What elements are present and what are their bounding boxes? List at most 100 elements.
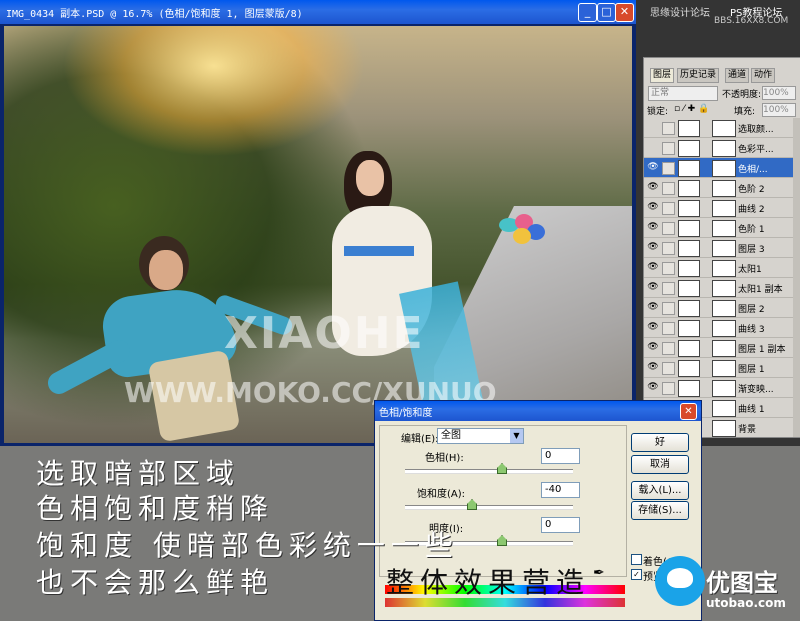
photo-canvas[interactable]: XIAOHE WWW.MOKO.CC/XUNUO bbox=[4, 26, 632, 443]
load-button[interactable]: 载入(L)... bbox=[631, 481, 689, 500]
eye-icon[interactable]: 👁 bbox=[647, 322, 659, 333]
link-box[interactable] bbox=[662, 142, 675, 155]
site-watermark-left: 思缘设计论坛 bbox=[650, 8, 710, 19]
preview-checkbox[interactable]: ✓ bbox=[631, 569, 642, 580]
eye-icon[interactable]: 👁 bbox=[647, 242, 659, 253]
link-box[interactable] bbox=[662, 242, 675, 255]
link-box[interactable] bbox=[662, 122, 675, 135]
layer-mask-thumbnail bbox=[712, 420, 736, 437]
opacity-label: 不透明度: bbox=[722, 90, 762, 100]
link-box[interactable] bbox=[662, 302, 675, 315]
lock-icons[interactable]: ▫⁄✚🔒 bbox=[674, 104, 712, 114]
hue-field[interactable]: 0 bbox=[541, 448, 580, 464]
link-box[interactable] bbox=[662, 222, 675, 235]
layer-row[interactable]: 👁 图层 1 bbox=[644, 358, 793, 378]
link-box[interactable] bbox=[662, 282, 675, 295]
minimize-button[interactable]: _ bbox=[578, 3, 597, 22]
save-button[interactable]: 存储(S)... bbox=[631, 501, 689, 520]
caption-line-1: 选取暗部区域 bbox=[36, 457, 241, 490]
layer-row[interactable]: 👁 太阳1 副本 bbox=[644, 278, 793, 298]
link-box[interactable] bbox=[662, 382, 675, 395]
layer-row[interactable]: 色彩平... bbox=[644, 138, 793, 158]
layer-mask-thumbnail bbox=[712, 240, 736, 257]
link-box[interactable] bbox=[662, 342, 675, 355]
layer-name: 色彩平... bbox=[738, 145, 774, 155]
link-box[interactable] bbox=[662, 322, 675, 335]
colorize-checkbox[interactable] bbox=[631, 554, 642, 565]
maximize-button[interactable]: □ bbox=[597, 3, 616, 22]
opacity-field[interactable]: 100% bbox=[762, 86, 796, 100]
caption-line-4b: 整体效果营造 bbox=[386, 566, 591, 599]
saturation-slider-track[interactable] bbox=[405, 505, 573, 510]
link-box[interactable] bbox=[662, 202, 675, 215]
eye-icon[interactable]: 👁 bbox=[647, 342, 659, 353]
layer-row[interactable]: 👁 色相/... bbox=[644, 158, 793, 178]
layer-name: 色阶 2 bbox=[738, 185, 765, 195]
ok-button[interactable]: 好 bbox=[631, 433, 689, 452]
hue-slider-track[interactable] bbox=[405, 469, 573, 474]
link-box[interactable] bbox=[662, 162, 675, 175]
eyedropper-icon[interactable]: ✒ bbox=[593, 565, 605, 581]
layer-name: 曲线 1 bbox=[738, 405, 765, 415]
eye-icon[interactable]: 👁 bbox=[647, 382, 659, 393]
caption-line-2: 色相饱和度稍降 bbox=[36, 492, 275, 525]
link-box[interactable] bbox=[662, 362, 675, 375]
layer-row[interactable]: 👁 曲线 3 bbox=[644, 318, 793, 338]
eye-icon[interactable]: 👁 bbox=[647, 222, 659, 233]
utobao-logo bbox=[655, 556, 705, 606]
tab-actions[interactable]: 动作 bbox=[751, 68, 776, 83]
layer-mask-thumbnail bbox=[712, 320, 736, 337]
link-box[interactable] bbox=[662, 262, 675, 275]
close-button[interactable]: ✕ bbox=[615, 3, 634, 22]
layer-name: 图层 1 副本 bbox=[738, 345, 786, 355]
photo-watermark-large: XIAOHE bbox=[224, 308, 425, 359]
eye-icon[interactable] bbox=[647, 122, 659, 133]
site-watermark-url: BBS.16XX8.COM bbox=[714, 16, 789, 26]
lightness-field[interactable]: 0 bbox=[541, 517, 580, 533]
eye-icon[interactable]: 👁 bbox=[647, 262, 659, 273]
document-title-bar[interactable]: IMG_0434 副本.PSD @ 16.7% (色相/饱和度 1, 图层蒙版/… bbox=[0, 0, 636, 24]
eye-icon[interactable]: 👁 bbox=[647, 362, 659, 373]
layer-row[interactable]: 👁 色阶 2 bbox=[644, 178, 793, 198]
layer-mask-thumbnail bbox=[712, 180, 736, 197]
cancel-button[interactable]: 取消 bbox=[631, 455, 689, 474]
eye-icon[interactable] bbox=[647, 142, 659, 153]
saturation-field[interactable]: -40 bbox=[541, 482, 580, 498]
layer-row[interactable]: 👁 图层 3 bbox=[644, 238, 793, 258]
layer-row[interactable]: 👁 曲线 2 bbox=[644, 198, 793, 218]
layer-row[interactable]: 👁 图层 1 副本 bbox=[644, 338, 793, 358]
layer-thumbnail bbox=[678, 140, 700, 157]
layer-row[interactable]: 选取颜... bbox=[644, 118, 793, 138]
layer-mask-thumbnail bbox=[712, 220, 736, 237]
fill-field[interactable]: 100% bbox=[762, 103, 796, 117]
edit-select[interactable]: 全图 ▼ bbox=[437, 428, 524, 444]
link-box[interactable] bbox=[662, 182, 675, 195]
layer-thumbnail bbox=[678, 160, 700, 177]
tab-layers[interactable]: 图层 bbox=[650, 68, 675, 83]
edit-label: 编辑(E): bbox=[401, 434, 439, 445]
layer-mask-thumbnail bbox=[712, 260, 736, 277]
tab-history[interactable]: 历史记录 bbox=[677, 68, 720, 83]
layer-row[interactable]: 👁 色阶 1 bbox=[644, 218, 793, 238]
eye-icon[interactable]: 👁 bbox=[647, 282, 659, 293]
layers-scrollbar[interactable] bbox=[793, 118, 800, 437]
layer-row[interactable]: 👁 图层 2 bbox=[644, 298, 793, 318]
logo-url: utobao.com bbox=[706, 596, 786, 610]
layer-thumbnail bbox=[678, 220, 700, 237]
eye-icon[interactable]: 👁 bbox=[647, 302, 659, 313]
panel-tabs: 图层 历史记录 通道 动作 bbox=[644, 68, 800, 83]
blend-mode-select[interactable]: 正常 bbox=[648, 86, 718, 101]
layer-thumbnail bbox=[678, 360, 700, 377]
eye-icon[interactable]: 👁 bbox=[647, 162, 659, 173]
layers-panel: 图层 历史记录 通道 动作 正常 不透明度: 100% 锁定: ▫⁄✚🔒 填充:… bbox=[643, 57, 800, 438]
dialog-title-bar[interactable]: 色相/饱和度 ✕ bbox=[375, 401, 701, 421]
tab-channels[interactable]: 通道 bbox=[725, 68, 750, 83]
dialog-close-icon[interactable]: ✕ bbox=[680, 403, 697, 420]
chevron-down-icon[interactable]: ▼ bbox=[510, 429, 523, 443]
dialog-title: 色相/饱和度 bbox=[379, 408, 433, 419]
layer-name: 色阶 1 bbox=[738, 225, 765, 235]
eye-icon[interactable]: 👁 bbox=[647, 182, 659, 193]
layer-row[interactable]: 👁 渐变映... bbox=[644, 378, 793, 398]
layer-row[interactable]: 👁 太阳1 bbox=[644, 258, 793, 278]
eye-icon[interactable]: 👁 bbox=[647, 202, 659, 213]
